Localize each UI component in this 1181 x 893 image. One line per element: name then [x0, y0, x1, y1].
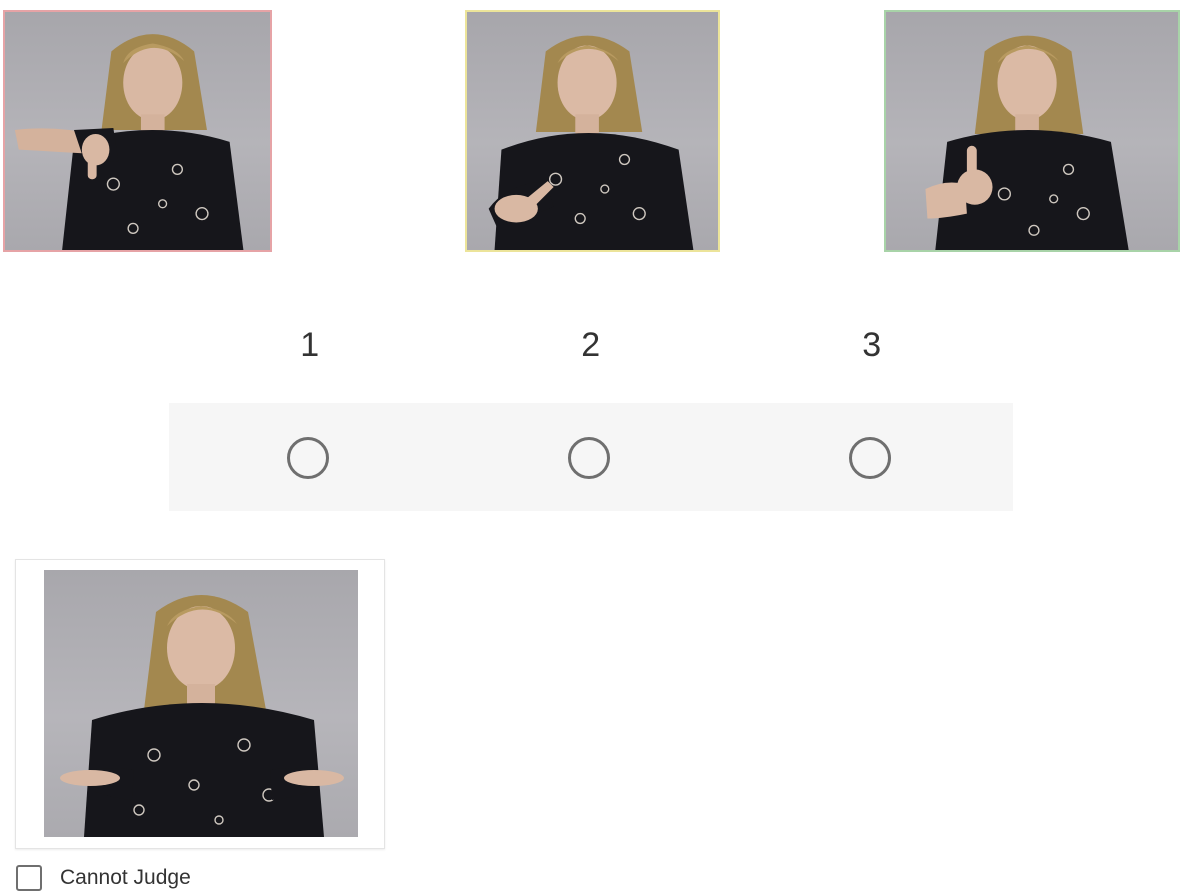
- person-thumbs-down-photo: [14, 34, 244, 250]
- scale-number-3: 3: [862, 326, 882, 364]
- rating-radio-group: [169, 403, 1013, 511]
- person-so-so-photo: [488, 35, 694, 250]
- rating-radio-3[interactable]: [849, 437, 891, 479]
- person-thumbs-up-photo: [925, 35, 1129, 250]
- rating-image-1-thumbs-down: [3, 10, 272, 252]
- cannot-judge-option[interactable]: Cannot Judge: [16, 864, 191, 892]
- cannot-judge-card: [15, 559, 385, 849]
- cannot-judge-label: Cannot Judge: [60, 866, 191, 889]
- rating-image-3-thumbs-up: [884, 10, 1180, 252]
- scale-number-1: 1: [300, 326, 320, 364]
- rating-radio-2[interactable]: [568, 437, 610, 479]
- rating-image-2-so-so: [465, 10, 720, 252]
- cannot-judge-checkbox[interactable]: [16, 865, 42, 891]
- scale-number-2: 2: [581, 326, 601, 364]
- rating-radio-1[interactable]: [287, 437, 329, 479]
- cannot-judge-image-shrug: [44, 570, 358, 837]
- person-shrug-photo: [60, 595, 344, 837]
